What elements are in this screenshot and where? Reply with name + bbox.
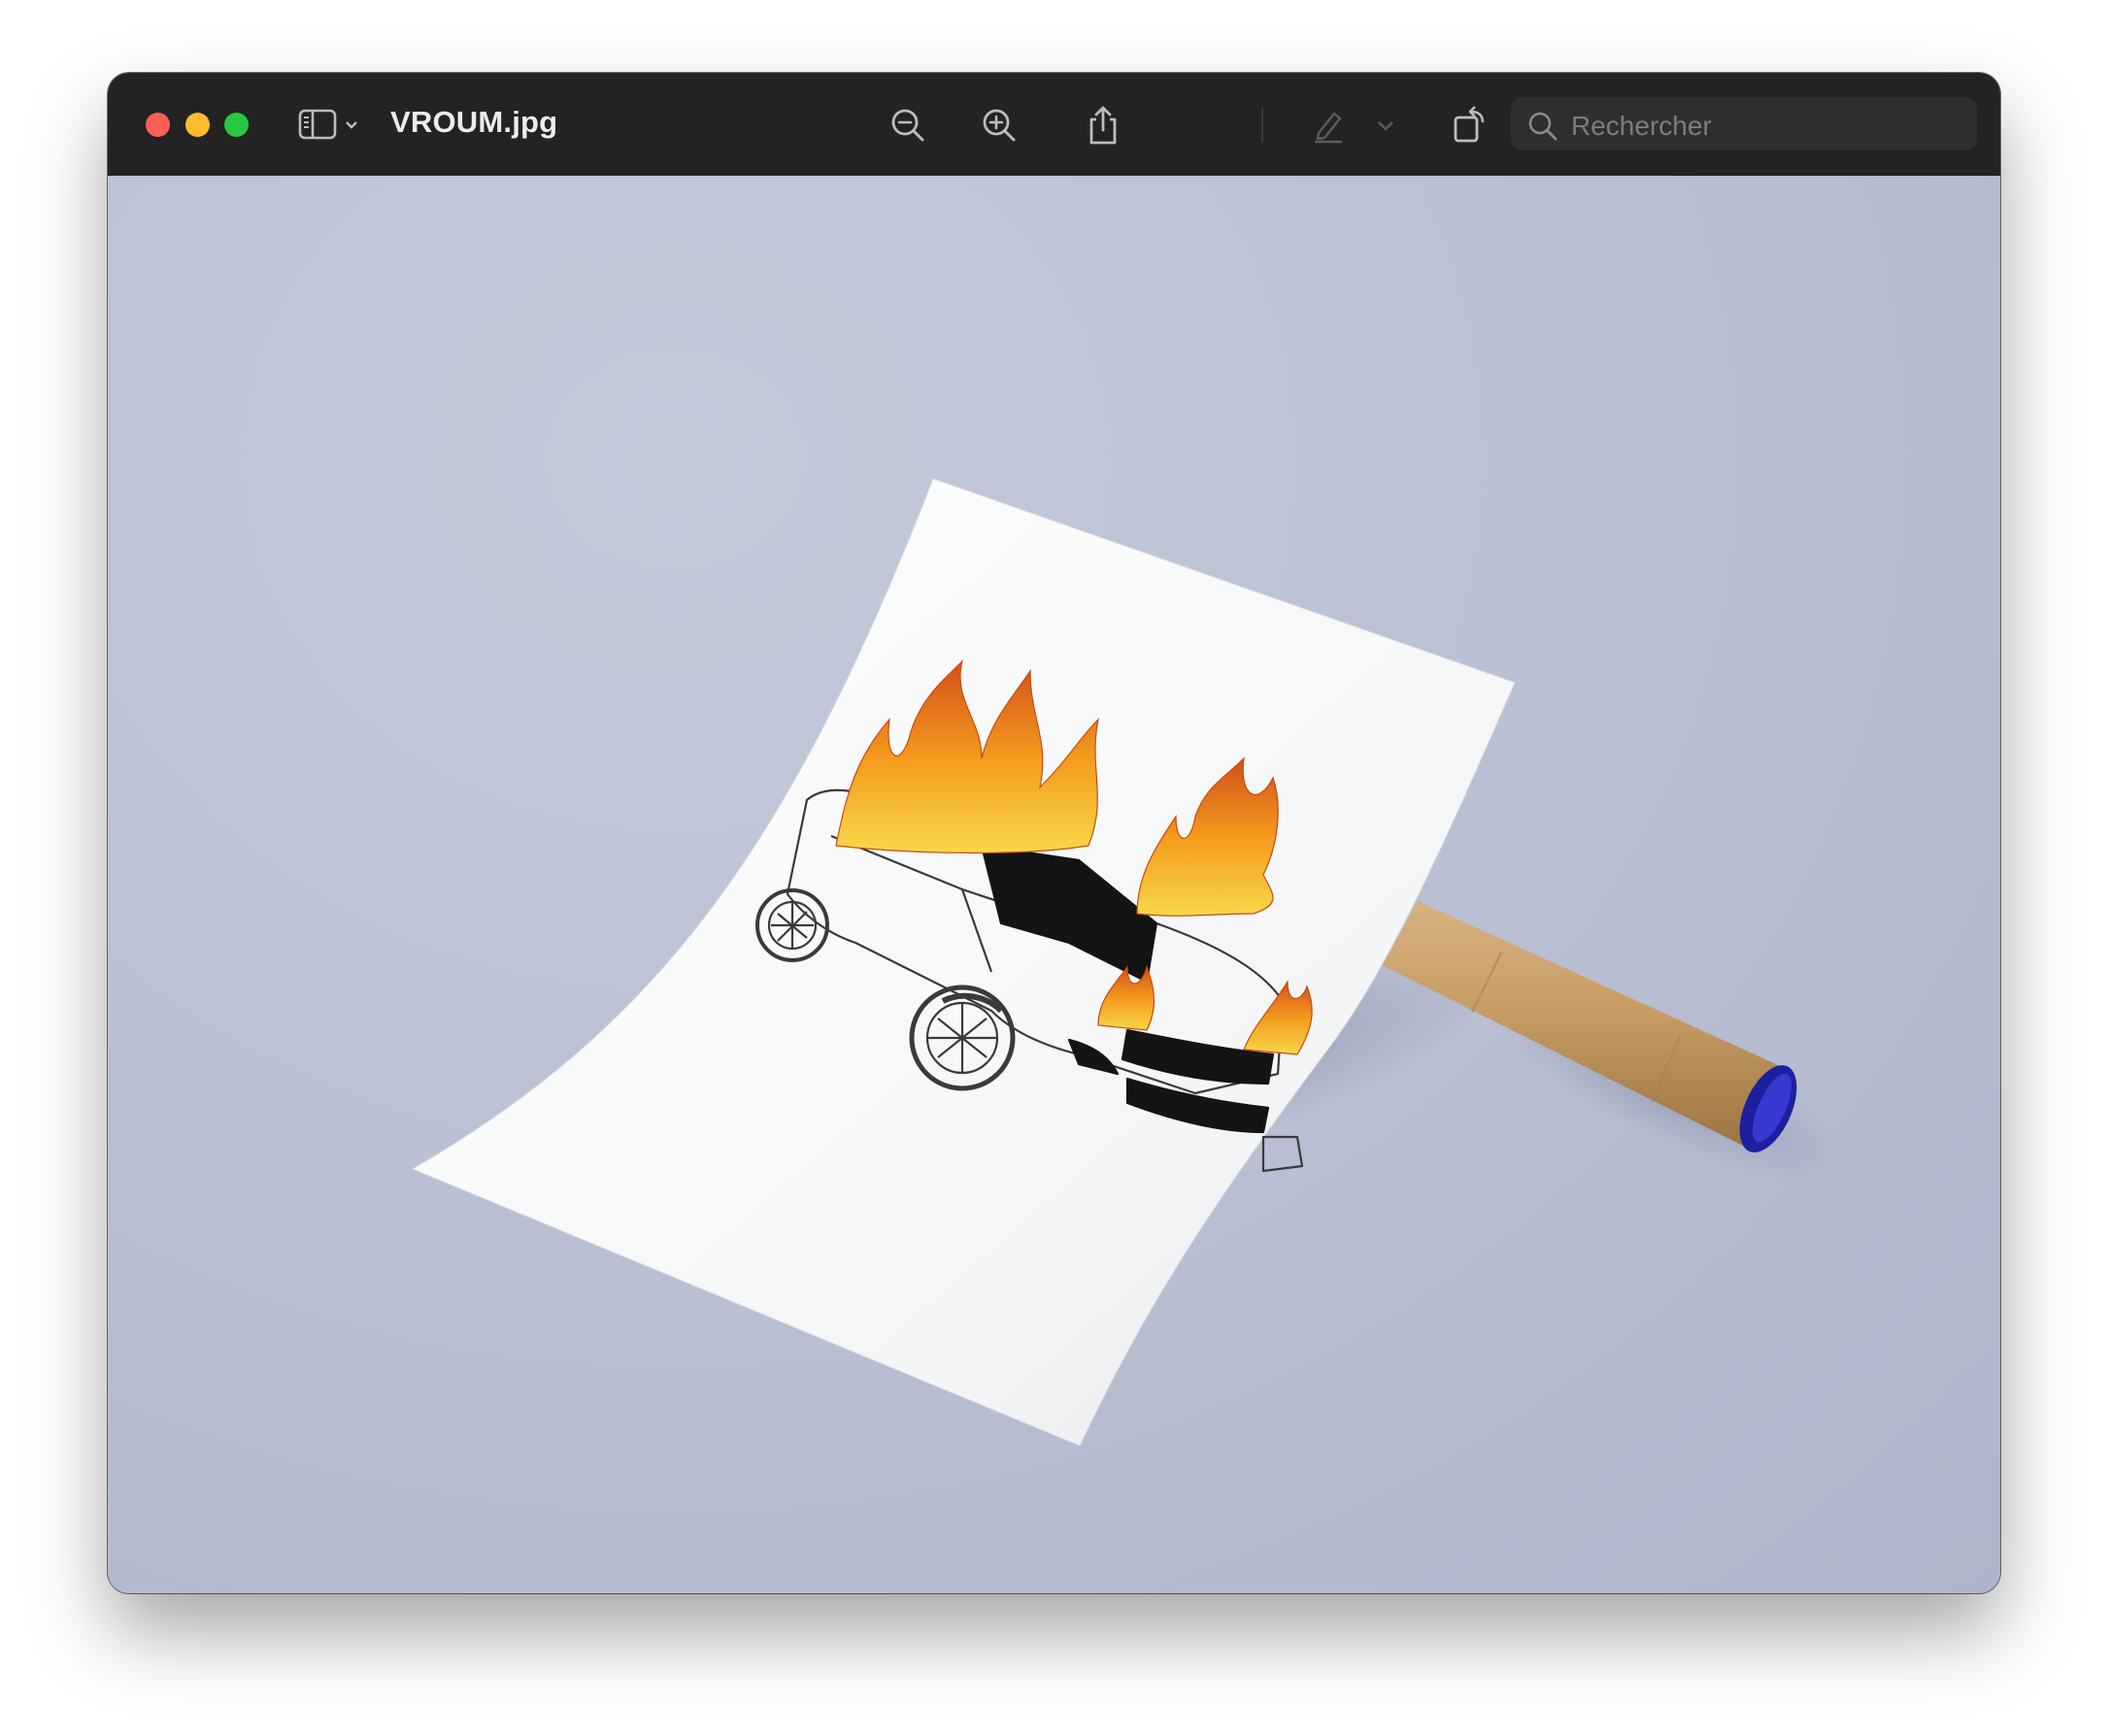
preview-window: VROUM.jpg Rechercher — [108, 73, 2000, 1593]
image-canvas — [108, 176, 2000, 1593]
rotate-icon — [1454, 106, 1485, 143]
pen-options-dropdown[interactable] — [1371, 100, 1400, 150]
sidebar-toggle-button[interactable] — [298, 100, 362, 150]
mockup-image — [411, 478, 1849, 1447]
poster-paper — [411, 478, 1516, 1447]
search-placeholder: Rechercher — [1571, 111, 1712, 141]
rotate-button[interactable] — [1444, 100, 1494, 150]
sidebar-icon — [298, 109, 357, 140]
maximize-button[interactable] — [224, 113, 249, 137]
search-icon — [1528, 112, 1557, 141]
search-field[interactable]: Rechercher — [1511, 97, 1977, 150]
toolbar-divider — [1261, 108, 1263, 143]
share-icon — [1089, 106, 1117, 145]
minimize-button[interactable] — [185, 113, 210, 137]
share-button[interactable] — [1078, 100, 1128, 150]
zoom-out-button[interactable] — [883, 100, 933, 150]
zoom-in-icon — [983, 109, 1016, 142]
title-bar: VROUM.jpg Rechercher — [108, 73, 2000, 177]
window-title: VROUM.jpg — [390, 105, 558, 139]
zoom-out-icon — [891, 109, 924, 142]
close-button[interactable] — [146, 113, 170, 137]
pen-icon — [1315, 112, 1342, 144]
highlight-pen-button[interactable] — [1303, 100, 1354, 150]
chevron-down-icon — [1378, 121, 1393, 131]
zoom-in-button[interactable] — [974, 100, 1024, 150]
